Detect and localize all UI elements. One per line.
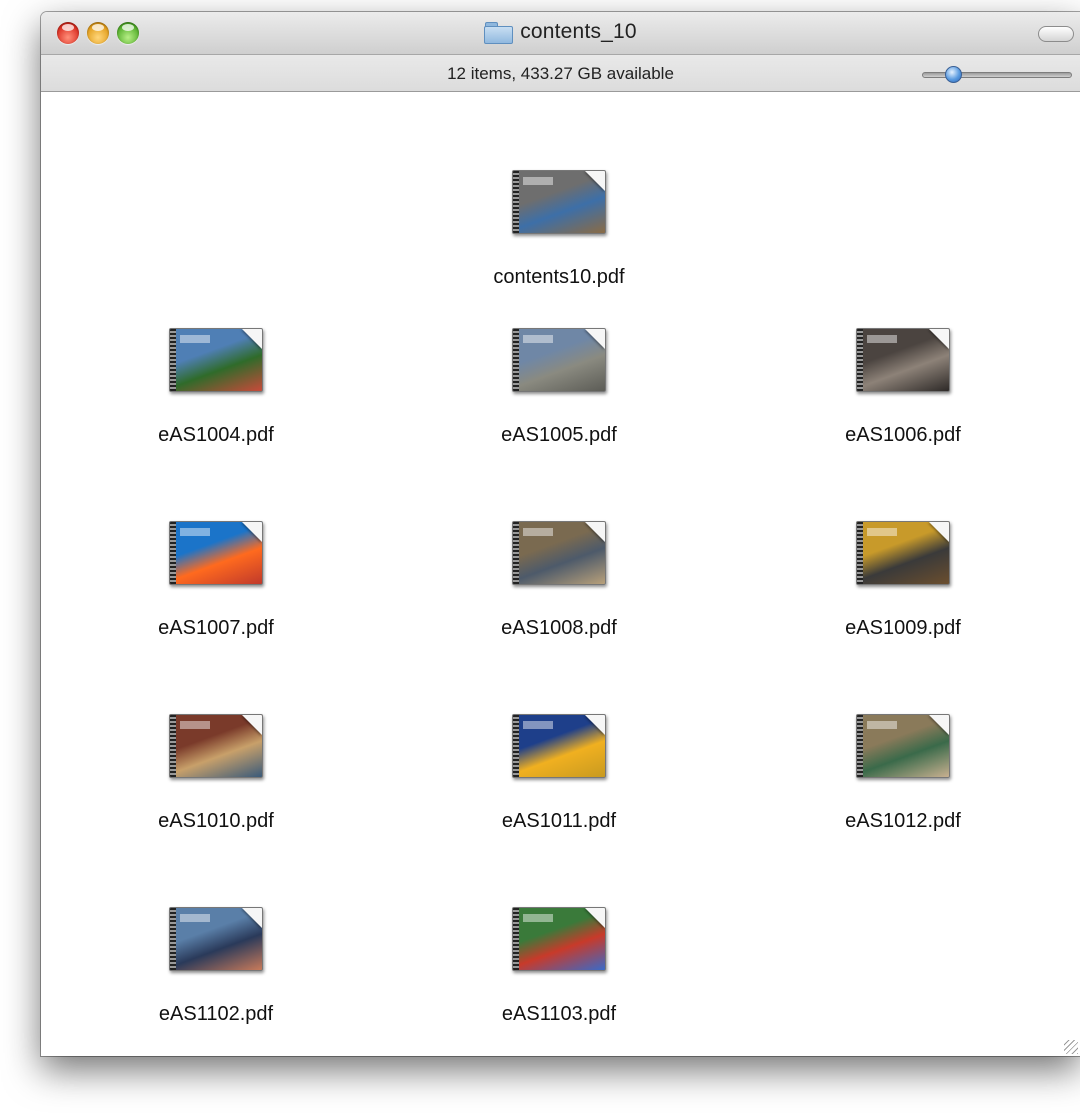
window-title: contents_10 — [520, 20, 637, 43]
file-item[interactable]: contents10.pdf — [449, 170, 669, 289]
pdf-document-icon — [856, 521, 950, 585]
toolbar-toggle-button[interactable] — [1038, 26, 1074, 42]
pdf-document-icon — [169, 714, 263, 778]
icon-size-slider-knob[interactable] — [945, 66, 962, 83]
file-item[interactable]: eAS1010.pdf — [106, 714, 326, 833]
file-name: eAS1011.pdf — [501, 810, 617, 832]
file-name: eAS1102.pdf — [158, 1003, 274, 1025]
file-item[interactable]: eAS1004.pdf — [106, 328, 326, 447]
finder-window: contents_10 12 items, 433.27 GB availabl… — [41, 12, 1080, 1056]
file-item[interactable]: eAS1007.pdf — [106, 521, 326, 640]
file-item[interactable]: eAS1009.pdf — [793, 521, 1013, 640]
file-item[interactable]: eAS1005.pdf — [449, 328, 669, 447]
file-icon-grid: contents10.pdf eAS1004.pdf eAS1005.pdf e… — [41, 92, 1080, 1056]
pdf-document-icon — [169, 907, 263, 971]
file-name: eAS1005.pdf — [501, 424, 617, 446]
pdf-document-icon — [856, 714, 950, 778]
file-name: eAS1007.pdf — [158, 617, 274, 639]
file-name: eAS1010.pdf — [158, 810, 274, 832]
icon-size-slider[interactable] — [922, 66, 1072, 83]
status-bar: 12 items, 433.27 GB available — [41, 55, 1080, 92]
file-item[interactable]: eAS1103.pdf — [449, 907, 669, 1026]
file-name: eAS1008.pdf — [501, 617, 617, 639]
file-name: eAS1006.pdf — [845, 424, 961, 446]
file-name: eAS1004.pdf — [158, 424, 274, 446]
pdf-document-icon — [169, 521, 263, 585]
file-item[interactable]: eAS1102.pdf — [106, 907, 326, 1026]
folder-icon — [484, 21, 514, 44]
file-name: eAS1009.pdf — [845, 617, 961, 639]
file-name: eAS1103.pdf — [501, 1003, 617, 1025]
title-bar[interactable]: contents_10 — [41, 12, 1080, 55]
window-title-area: contents_10 — [41, 20, 1080, 46]
pdf-document-icon — [512, 521, 606, 585]
resize-grip[interactable] — [1064, 1040, 1078, 1054]
file-item[interactable]: eAS1012.pdf — [793, 714, 1013, 833]
pdf-document-icon — [512, 170, 606, 234]
pdf-document-icon — [512, 328, 606, 392]
pdf-document-icon — [512, 907, 606, 971]
file-item[interactable]: eAS1011.pdf — [449, 714, 669, 833]
file-name: eAS1012.pdf — [845, 810, 961, 832]
file-item[interactable]: eAS1006.pdf — [793, 328, 1013, 447]
file-name: contents10.pdf — [493, 266, 625, 288]
pdf-document-icon — [856, 328, 950, 392]
pdf-document-icon — [512, 714, 606, 778]
file-item[interactable]: eAS1008.pdf — [449, 521, 669, 640]
pdf-document-icon — [169, 328, 263, 392]
